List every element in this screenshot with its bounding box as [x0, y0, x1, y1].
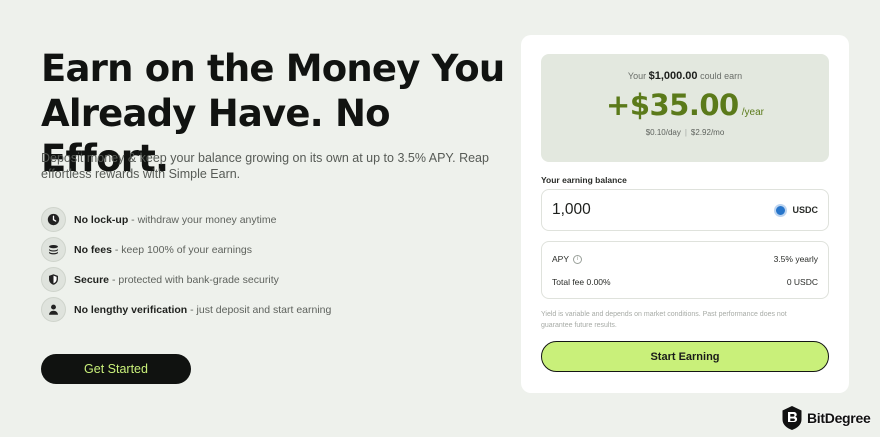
feature-item-no-fees: No fees - keep 100% of your earnings [41, 237, 501, 262]
summary-amount: $1,000.00 [648, 70, 698, 82]
feature-item-secure: Secure - protected with bank-grade secur… [41, 267, 501, 292]
get-started-button[interactable]: Get Started [41, 354, 191, 384]
apy-value: 3.5% yearly [773, 254, 818, 265]
watermark: BitDegree [781, 405, 871, 431]
earn-unit: /year [741, 107, 764, 118]
watermark-text: BitDegree [807, 410, 871, 426]
separator: | [684, 128, 687, 137]
hero-subtitle: Deposit money & keep your balance growin… [41, 151, 489, 181]
feature-title: No lengthy verification [74, 303, 188, 316]
earning-details: APY i 3.5% yearly Total fee 0.00% 0 USDC [541, 241, 829, 299]
coins-icon [41, 237, 66, 262]
apy-row: APY i 3.5% yearly [552, 254, 818, 265]
page: Earn on the Money You Already Have. No E… [0, 0, 880, 437]
earnings-summary: Your $1,000.00 could earn +$35.00 /year … [541, 54, 829, 162]
feature-item-no-lockup: No lock-up - withdraw your money anytime [41, 207, 501, 232]
currency-selector[interactable]: USDC [774, 203, 818, 217]
earn-per-month: $2.92/mo [690, 128, 725, 137]
currency-label: USDC [792, 205, 818, 215]
feature-title: No lock-up [74, 213, 129, 226]
feature-desc: - protected with bank-grade security [109, 273, 279, 286]
feature-desc: - keep 100% of your earnings [111, 243, 253, 256]
bitdegree-logo-icon [782, 406, 802, 430]
balance-label: Your earning balance [541, 175, 627, 185]
fee-label: Total fee 0.00% [552, 277, 611, 287]
feature-title: No fees [74, 243, 112, 256]
feature-title: Secure [74, 273, 110, 286]
summary-suffix: could earn [700, 71, 743, 81]
shield-icon [41, 267, 66, 292]
clock-icon [41, 207, 66, 232]
user-icon [41, 297, 66, 322]
info-icon[interactable]: i [573, 255, 583, 265]
feature-desc: - withdraw your money anytime [128, 213, 277, 226]
start-earning-button[interactable]: Start Earning [541, 341, 829, 372]
feature-list: No lock-up - withdraw your money anytime… [41, 207, 501, 327]
disclaimer: Yield is variable and depends on market … [541, 311, 787, 329]
balance-field: USDC [541, 189, 829, 231]
fee-value: 0 USDC [786, 277, 818, 287]
earn-value: +$35.00 [606, 88, 739, 122]
apy-label: APY [552, 254, 570, 264]
fee-row: Total fee 0.00% 0 USDC [552, 277, 818, 287]
feature-item-no-verification: No lengthy verification - just deposit a… [41, 297, 501, 322]
earn-per-day: $0.10/day [645, 128, 681, 137]
balance-input[interactable] [552, 201, 775, 219]
summary-prefix: Your [627, 71, 647, 81]
usdc-icon [774, 203, 788, 217]
earnings-calculator-card: Your $1,000.00 could earn +$35.00 /year … [521, 35, 849, 393]
feature-desc: - just deposit and start earning [187, 303, 332, 316]
